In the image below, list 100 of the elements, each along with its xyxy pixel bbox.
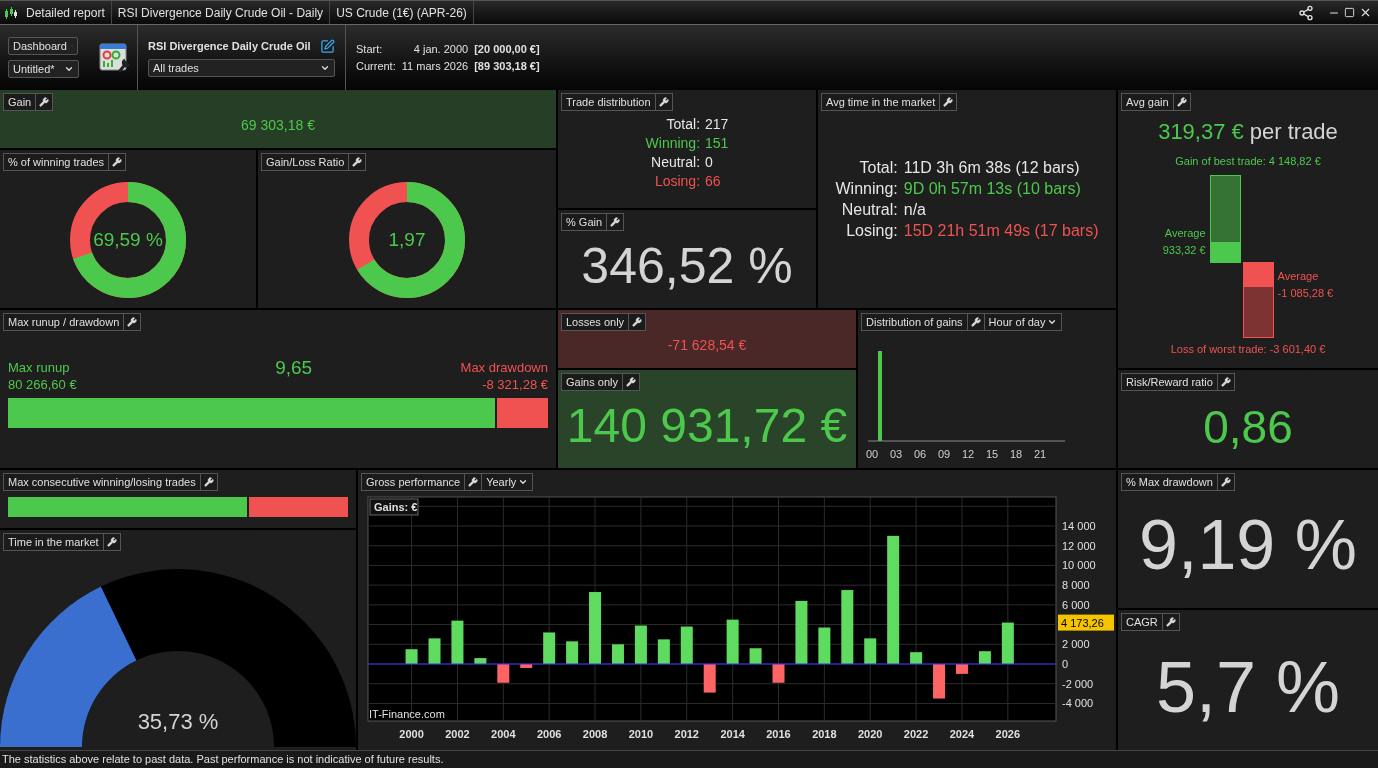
- wrench-icon: [39, 97, 50, 107]
- settings-button[interactable]: [102, 534, 120, 550]
- wrench-icon: [1176, 97, 1187, 107]
- settings-button[interactable]: [199, 474, 217, 490]
- settings-button[interactable]: [966, 314, 984, 330]
- settings-button[interactable]: [654, 94, 672, 110]
- avg-gain-value: 319,37 €: [1158, 118, 1244, 146]
- metric-value: 140 931,72 €: [566, 397, 848, 454]
- wrench-icon: [112, 157, 122, 167]
- stat-value: 151: [705, 134, 729, 153]
- gain-bar: [955, 664, 968, 674]
- chart-title: Gains: €: [374, 501, 418, 513]
- axis-label: 2 000: [1062, 638, 1090, 651]
- runup-ratio: 9,65: [275, 359, 313, 376]
- widget-title: Distribution of gains: [865, 315, 964, 330]
- maximize-icon[interactable]: [1344, 7, 1355, 18]
- metric-value: 346,52 %: [581, 237, 793, 296]
- widget-title: % Gain: [565, 215, 604, 230]
- axis-label: 2020: [858, 728, 883, 740]
- settings-button[interactable]: [1216, 474, 1234, 490]
- info-value: [20 000,00 €]: [474, 42, 540, 57]
- widget-title: Avg time in the market: [825, 95, 937, 110]
- wrench-icon: [1165, 617, 1176, 627]
- wrench-icon: [106, 537, 117, 547]
- stat-label: Winning:: [645, 134, 701, 153]
- wrench-icon: [626, 377, 636, 387]
- period-dropdown[interactable]: Yearly: [481, 474, 533, 490]
- axis-label: 2012: [674, 728, 699, 740]
- edit-icon[interactable]: [320, 39, 335, 54]
- info-label: Current:: [356, 58, 396, 74]
- widget-title: Gross performance: [365, 475, 462, 490]
- widget-title: Risk/Reward ratio: [1125, 375, 1214, 390]
- axis-label: 12 000: [1062, 539, 1096, 552]
- settings-button[interactable]: [622, 374, 639, 390]
- widget-title: Max consecutive winning/losing trades: [7, 475, 197, 490]
- axis-label: 00: [866, 448, 879, 460]
- gain-bar: [543, 632, 556, 664]
- axis-label: 09: [938, 448, 951, 460]
- gain-bar: [795, 600, 808, 664]
- wrench-icon: [1220, 377, 1231, 387]
- trade-filter-dropdown[interactable]: All trades: [148, 58, 335, 77]
- worst-trade-label: Loss of worst trade: -3 601,40 €: [1169, 341, 1327, 357]
- settings-button[interactable]: [108, 154, 125, 170]
- share-icon[interactable]: [1298, 4, 1314, 21]
- axis-label: 15: [986, 448, 999, 460]
- close-icon[interactable]: [1359, 6, 1372, 19]
- value-tag: 4 173,26: [1058, 614, 1114, 631]
- gauge-value: 35,73 %: [136, 708, 220, 736]
- axis-label: 8 000: [1062, 579, 1090, 592]
- gain-bar: [566, 641, 579, 664]
- stat-value: 11D 3h 6m 38s (12 bars): [903, 157, 1081, 178]
- widget-title: Losses only: [565, 315, 626, 330]
- dropdown[interactable]: Dashboard: [8, 37, 78, 55]
- stat-value: 15D 21h 51m 49s (17 bars): [903, 220, 1099, 241]
- average-value: -1 085,28 €: [1277, 285, 1334, 301]
- chart-legend: Gains: €: [369, 498, 419, 516]
- period-dropdown[interactable]: Hour of day: [983, 314, 1062, 330]
- wrench-icon: [970, 317, 981, 327]
- gain-bar: [589, 592, 602, 664]
- axis-label: 2026: [995, 728, 1021, 740]
- axis-label: 2010: [628, 728, 654, 740]
- average-label: Average: [1277, 268, 1320, 284]
- axis-label: 2014: [720, 728, 745, 740]
- widget-title: Max runup / drawdown: [7, 315, 121, 330]
- axis-label: -4 000: [1062, 697, 1094, 710]
- chart-credit: IT-Finance.com: [369, 708, 445, 720]
- widget-title: Gains only: [565, 375, 619, 390]
- dropdown[interactable]: Untitled*: [8, 60, 79, 78]
- axis-label: 6 000: [1062, 598, 1090, 611]
- settings-button[interactable]: [1216, 374, 1234, 390]
- stat-label: Losing:: [845, 220, 898, 241]
- axis-label: 2018: [812, 728, 837, 740]
- average-value: 933,32 €: [1162, 242, 1206, 258]
- settings-button[interactable]: [1172, 94, 1190, 110]
- widget-title: CAGR: [1125, 615, 1159, 630]
- axis-label: 0: [1062, 658, 1069, 670]
- wrench-icon: [352, 157, 363, 167]
- widget-title: Gain: [7, 95, 33, 110]
- stat-label: Neutral:: [840, 199, 898, 220]
- axis-label: 03: [890, 448, 903, 460]
- axis-label: 2016: [766, 728, 791, 740]
- widget-title: Avg gain: [1125, 95, 1170, 110]
- wrench-icon: [943, 97, 954, 107]
- axis-label: -2 000: [1062, 677, 1094, 690]
- stat-label: Total:: [858, 157, 898, 178]
- report-settings-icon[interactable]: [99, 41, 131, 74]
- axis-label: 12: [962, 448, 975, 460]
- axis-label: 2024: [949, 728, 975, 740]
- donut-value: 1,97: [388, 228, 426, 251]
- settings-button[interactable]: [1161, 614, 1179, 630]
- axis-label: 18: [1010, 448, 1023, 460]
- axis-label: 21: [1034, 448, 1047, 460]
- strategy-name: RSI Divergence Daily Crude Oil: [148, 39, 311, 55]
- widget-title: Gain/Loss Ratio: [265, 155, 346, 170]
- axis-label: 2022: [903, 728, 929, 740]
- metric-value: 9,19 %: [1139, 505, 1357, 586]
- status-text: The statistics above relate to past data. Past performance is not indicative of future results.: [2, 752, 444, 768]
- stat-label: Total:: [665, 115, 701, 134]
- candlestick-icon: [4, 5, 18, 20]
- info-date: 11 mars 2026: [401, 58, 469, 74]
